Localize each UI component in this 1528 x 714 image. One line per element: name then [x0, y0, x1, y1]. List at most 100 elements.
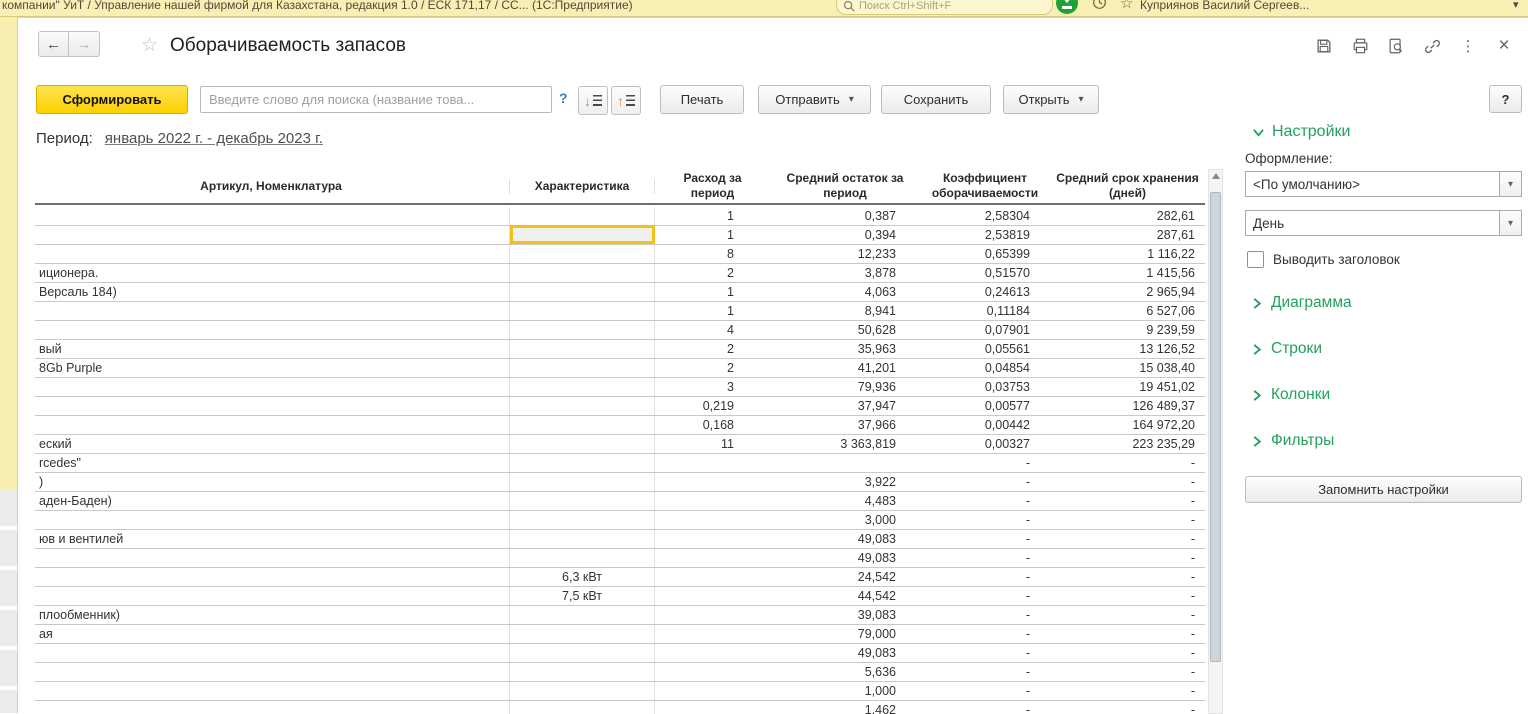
- table-cell[interactable]: 0,11184: [920, 302, 1050, 320]
- table-cell[interactable]: 0,51570: [920, 264, 1050, 282]
- global-search-input[interactable]: Поиск Ctrl+Shift+F: [836, 0, 1053, 15]
- table-cell[interactable]: -: [920, 530, 1050, 548]
- table-cell[interactable]: 1: [655, 283, 770, 301]
- table-cell[interactable]: 41,201: [770, 359, 920, 377]
- get-link-icon[interactable]: [1422, 36, 1442, 56]
- table-cell[interactable]: -: [1050, 587, 1205, 605]
- table-cell[interactable]: Версаль 184): [35, 283, 510, 301]
- table-cell[interactable]: 4: [655, 321, 770, 339]
- table-cell[interactable]: 2 965,94: [1050, 283, 1205, 301]
- table-cell[interactable]: -: [1050, 682, 1205, 700]
- table-cell[interactable]: [510, 511, 655, 529]
- table-cell[interactable]: [655, 663, 770, 681]
- table-cell[interactable]: [655, 492, 770, 510]
- period-value-link[interactable]: январь 2022 г. - декабрь 2023 г.: [105, 130, 323, 147]
- table-cell[interactable]: -: [1050, 663, 1205, 681]
- table-cell[interactable]: [655, 644, 770, 662]
- table-cell[interactable]: 0,219: [655, 397, 770, 415]
- table-cell[interactable]: 164 972,20: [1050, 416, 1205, 434]
- table-cell[interactable]: 44,542: [770, 587, 920, 605]
- table-cell[interactable]: -: [920, 454, 1050, 472]
- table-cell[interactable]: [510, 264, 655, 282]
- table-cell[interactable]: 37,947: [770, 397, 920, 415]
- table-cell[interactable]: 0,00442: [920, 416, 1050, 434]
- table-cell[interactable]: 0,394: [770, 226, 920, 244]
- table-cell[interactable]: [35, 226, 510, 244]
- table-cell[interactable]: [655, 549, 770, 567]
- table-cell[interactable]: 3,922: [770, 473, 920, 491]
- favorite-toggle-icon[interactable]: ☆: [141, 34, 158, 57]
- table-cell[interactable]: -: [920, 625, 1050, 643]
- column-header-nomenclature[interactable]: Артикул, Номенклатура: [35, 179, 510, 194]
- table-cell[interactable]: [510, 340, 655, 358]
- column-header-avg-balance[interactable]: Средний остаток за период: [770, 171, 920, 201]
- table-cell[interactable]: вый: [35, 340, 510, 358]
- settings-section-колонки[interactable]: Колонки: [1252, 386, 1528, 404]
- selected-cell[interactable]: [510, 225, 655, 244]
- table-cell[interactable]: [655, 625, 770, 643]
- table-cell[interactable]: еский: [35, 435, 510, 453]
- table-cell[interactable]: [35, 378, 510, 396]
- table-cell[interactable]: [510, 492, 655, 510]
- table-cell[interactable]: [35, 663, 510, 681]
- scroll-up-arrow-icon[interactable]: [1212, 173, 1220, 179]
- table-cell[interactable]: 2,58304: [920, 207, 1050, 225]
- table-cell[interactable]: [510, 359, 655, 377]
- column-header-characteristic[interactable]: Характеристика: [510, 179, 655, 194]
- table-cell[interactable]: плообменник): [35, 606, 510, 624]
- column-header-avg-storage-days[interactable]: Средний срок хранения (дней): [1050, 171, 1205, 201]
- table-cell[interactable]: 2: [655, 340, 770, 358]
- table-cell[interactable]: 282,61: [1050, 207, 1205, 225]
- table-cell[interactable]: -: [920, 587, 1050, 605]
- table-cell[interactable]: 11: [655, 435, 770, 453]
- table-cell[interactable]: [35, 549, 510, 567]
- user-menu-caret-icon[interactable]: ▾: [1513, 0, 1519, 11]
- table-cell[interactable]: 39,083: [770, 606, 920, 624]
- table-cell[interactable]: -: [920, 473, 1050, 491]
- table-cell[interactable]: -: [920, 701, 1050, 714]
- table-cell[interactable]: [510, 473, 655, 491]
- table-cell[interactable]: -: [1050, 454, 1205, 472]
- remember-settings-button[interactable]: Запомнить настройки: [1245, 476, 1522, 503]
- save-icon[interactable]: [1314, 36, 1334, 56]
- search-help-icon[interactable]: ?: [559, 90, 568, 106]
- table-cell[interactable]: 0,07901: [920, 321, 1050, 339]
- table-cell[interactable]: [510, 302, 655, 320]
- table-cell[interactable]: [510, 207, 655, 225]
- table-cell[interactable]: 35,963: [770, 340, 920, 358]
- table-cell[interactable]: -: [1050, 644, 1205, 662]
- table-cell[interactable]: 0,04854: [920, 359, 1050, 377]
- table-cell[interactable]: [510, 682, 655, 700]
- table-cell[interactable]: [35, 568, 510, 586]
- table-cell[interactable]: 4,063: [770, 283, 920, 301]
- table-cell[interactable]: [510, 378, 655, 396]
- table-cell[interactable]: -: [1050, 473, 1205, 491]
- help-button[interactable]: ?: [1489, 85, 1522, 113]
- table-cell[interactable]: [655, 606, 770, 624]
- collapse-groups-button[interactable]: ↑: [611, 86, 641, 115]
- table-cell[interactable]: 5,636: [770, 663, 920, 681]
- table-cell[interactable]: [510, 663, 655, 681]
- table-cell[interactable]: -: [920, 644, 1050, 662]
- open-button[interactable]: Открыть ▾: [1003, 85, 1099, 114]
- table-cell[interactable]: -: [920, 568, 1050, 586]
- table-cell[interactable]: 0,03753: [920, 378, 1050, 396]
- table-cell[interactable]: -: [1050, 606, 1205, 624]
- table-cell[interactable]: -: [920, 511, 1050, 529]
- table-cell[interactable]: 3: [655, 378, 770, 396]
- table-cell[interactable]: 3,000: [770, 511, 920, 529]
- table-cell[interactable]: 12,233: [770, 245, 920, 263]
- print-icon[interactable]: [1350, 36, 1370, 56]
- table-cell[interactable]: [655, 587, 770, 605]
- save-report-button[interactable]: Сохранить: [881, 85, 991, 114]
- table-cell[interactable]: 37,966: [770, 416, 920, 434]
- table-cell[interactable]: -: [920, 492, 1050, 510]
- table-cell[interactable]: -: [1050, 568, 1205, 586]
- table-cell[interactable]: 13 126,52: [1050, 340, 1205, 358]
- table-cell[interactable]: [510, 435, 655, 453]
- table-cell[interactable]: 0,00577: [920, 397, 1050, 415]
- nav-back-button[interactable]: ←: [38, 31, 69, 57]
- table-cell[interactable]: 223 235,29: [1050, 435, 1205, 453]
- table-cell[interactable]: -: [1050, 549, 1205, 567]
- table-cell[interactable]: 1,000: [770, 682, 920, 700]
